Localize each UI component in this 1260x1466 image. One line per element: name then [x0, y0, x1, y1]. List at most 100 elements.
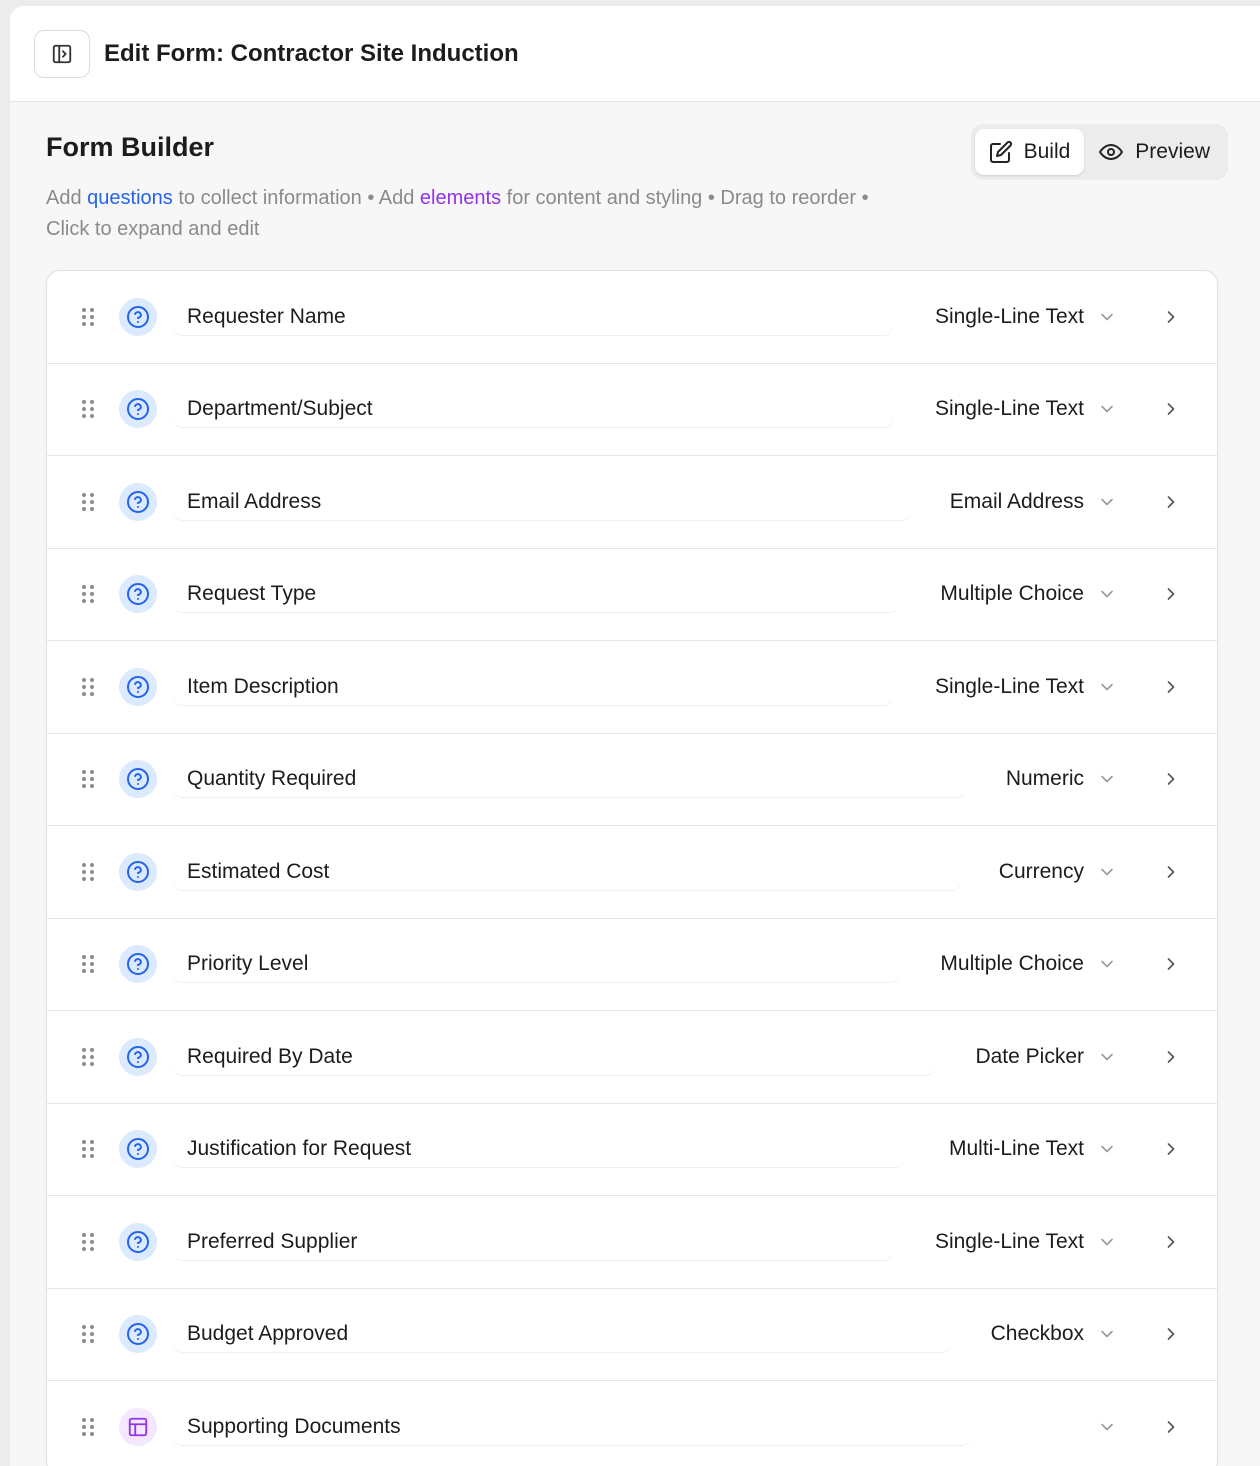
chevron-down-icon [1101, 1423, 1113, 1431]
chevron-right-icon[interactable] [1161, 1417, 1181, 1437]
item-label-field[interactable]: Email Address [174, 483, 910, 520]
app-window: Edit Form: Contractor Site Induction For… [10, 6, 1260, 1466]
drag-handle-icon[interactable] [81, 1047, 95, 1067]
item-label-field[interactable]: Item Description [174, 668, 892, 705]
item-type-select[interactable]: Single-Line Text [935, 305, 1084, 329]
item-label-field[interactable]: Budget Approved [174, 1316, 950, 1353]
item-label-field[interactable]: Required By Date [174, 1038, 934, 1075]
form-builder-panel: Form Builder Add questions to collect in… [10, 102, 1260, 1466]
chevron-down-icon [1101, 590, 1113, 598]
drag-handle-icon[interactable] [81, 862, 95, 882]
sidebar-toggle-button[interactable] [34, 29, 90, 78]
item-type-select[interactable]: Multi-Line Text [949, 1137, 1084, 1161]
item-label-field[interactable]: Requester Name [174, 298, 892, 335]
form-item-row[interactable]: Item Description Single-Line Text [47, 641, 1217, 734]
drag-handle-icon[interactable] [81, 769, 95, 789]
form-item-row[interactable]: Requester Name Single-Line Text [47, 271, 1217, 364]
item-type-select[interactable]: Multiple Choice [940, 952, 1084, 976]
form-item-row[interactable]: Required By Date Date Picker [47, 1011, 1217, 1104]
drag-handle-icon[interactable] [81, 1324, 95, 1344]
chevron-down-icon [1101, 868, 1113, 876]
form-item-row[interactable]: Preferred Supplier Single-Line Text [47, 1196, 1217, 1289]
item-type-select[interactable]: Date Picker [975, 1045, 1084, 1069]
desc-text-1: Add [46, 187, 88, 209]
drag-handle-icon[interactable] [81, 1139, 95, 1159]
mode-toggle: Build Preview [970, 124, 1228, 180]
chevron-down-icon [1101, 1053, 1113, 1061]
drag-handle-icon[interactable] [81, 1417, 95, 1437]
chevron-down-icon [1101, 683, 1113, 691]
chevron-down-icon [1101, 405, 1113, 413]
chevron-right-icon[interactable] [1161, 677, 1181, 697]
item-type-select[interactable]: Single-Line Text [935, 675, 1084, 699]
item-type-select[interactable]: Single-Line Text [935, 1230, 1084, 1254]
form-item-row[interactable]: Budget Approved Checkbox [47, 1289, 1217, 1381]
item-label-field[interactable]: Justification for Request [174, 1131, 904, 1168]
form-item-row[interactable]: Estimated Cost Currency [47, 826, 1217, 919]
chevron-right-icon[interactable] [1161, 307, 1181, 327]
form-item-row[interactable]: Priority Level Multiple Choice [47, 919, 1217, 1011]
help-circle-icon [119, 482, 157, 521]
chevron-right-icon[interactable] [1161, 1232, 1181, 1252]
chevron-down-icon [1101, 1145, 1113, 1153]
item-type-select[interactable]: Single-Line Text [935, 397, 1084, 421]
help-circle-icon [119, 297, 157, 336]
drag-handle-icon[interactable] [81, 492, 95, 512]
sidebar-panel-icon [52, 44, 72, 63]
top-bar: Edit Form: Contractor Site Induction [10, 6, 1260, 102]
chevron-right-icon[interactable] [1161, 584, 1181, 604]
chevron-down-icon [1101, 313, 1113, 321]
help-circle-icon [119, 1222, 157, 1261]
chevron-right-icon[interactable] [1161, 492, 1181, 512]
help-circle-icon [119, 667, 157, 706]
item-label-field[interactable]: Priority Level [174, 946, 898, 983]
item-label-field[interactable]: Request Type [174, 576, 898, 613]
chevron-right-icon[interactable] [1161, 1047, 1181, 1067]
form-item-row[interactable]: Department/Subject Single-Line Text [47, 364, 1217, 456]
form-item-row[interactable]: Justification for Request Multi-Line Text [47, 1104, 1217, 1196]
chevron-right-icon[interactable] [1161, 1139, 1181, 1159]
chevron-right-icon[interactable] [1161, 399, 1181, 419]
chevron-down-icon [1101, 960, 1113, 968]
form-item-row[interactable]: Supporting Documents [47, 1381, 1217, 1466]
help-circle-icon [119, 852, 157, 891]
build-mode-button[interactable]: Build [974, 129, 1085, 175]
item-type-select[interactable]: Numeric [1006, 767, 1084, 791]
drag-handle-icon[interactable] [81, 1232, 95, 1252]
item-type-select[interactable]: Currency [999, 860, 1084, 884]
help-circle-icon [119, 760, 157, 799]
drag-handle-icon[interactable] [81, 677, 95, 697]
questions-link[interactable]: questions [87, 187, 173, 209]
chevron-right-icon[interactable] [1161, 769, 1181, 789]
chevron-right-icon[interactable] [1161, 954, 1181, 974]
help-circle-icon [119, 575, 157, 614]
page-title: Edit Form: Contractor Site Induction [104, 39, 519, 67]
drag-handle-icon[interactable] [81, 954, 95, 974]
form-item-row[interactable]: Quantity Required Numeric [47, 734, 1217, 826]
drag-handle-icon[interactable] [81, 399, 95, 419]
preview-label: Preview [1135, 140, 1210, 163]
item-label-field[interactable]: Preferred Supplier [174, 1223, 892, 1260]
layout-icon [119, 1408, 157, 1447]
item-label-field[interactable]: Estimated Cost [174, 853, 960, 890]
chevron-right-icon[interactable] [1161, 862, 1181, 882]
item-type-select[interactable]: Checkbox [991, 1322, 1084, 1346]
desc-text-2: to collect information • Add [172, 187, 420, 209]
chevron-right-icon[interactable] [1161, 1324, 1181, 1344]
drag-handle-icon[interactable] [81, 584, 95, 604]
drag-handle-icon[interactable] [81, 307, 95, 327]
form-builder-description: Add questions to collect information • A… [46, 183, 906, 245]
item-type-select[interactable]: Email Address [950, 490, 1084, 514]
chevron-down-icon [1101, 775, 1113, 783]
item-type-select[interactable]: Multiple Choice [940, 582, 1084, 606]
item-label-field[interactable]: Department/Subject [174, 391, 892, 428]
preview-mode-button[interactable]: Preview [1084, 129, 1224, 175]
chevron-down-icon [1101, 498, 1113, 506]
item-label-field[interactable]: Quantity Required [174, 761, 966, 798]
help-circle-icon [119, 1130, 157, 1169]
form-item-row[interactable]: Request Type Multiple Choice [47, 549, 1217, 641]
elements-link[interactable]: elements [420, 187, 501, 209]
form-item-row[interactable]: Email Address Email Address [47, 456, 1217, 549]
chevron-down-icon [1101, 1238, 1113, 1246]
help-circle-icon [119, 1037, 157, 1076]
